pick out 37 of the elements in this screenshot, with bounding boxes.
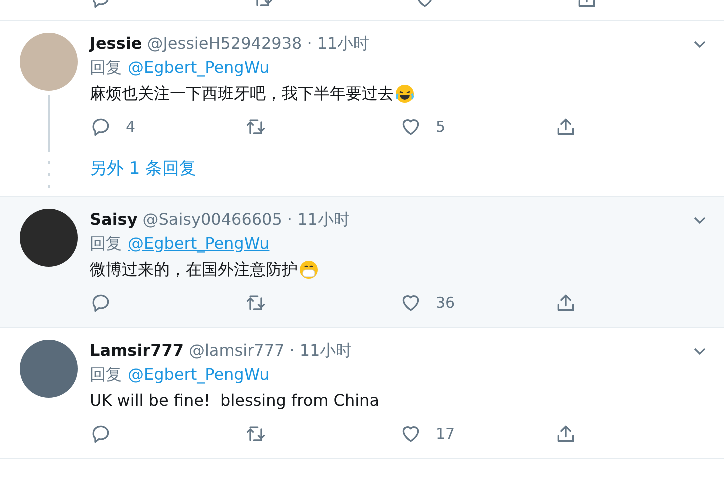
more-replies-link[interactable]: 另外 1 条回复 [90, 157, 197, 180]
reply-count: 4 [126, 118, 136, 136]
share-button[interactable] [555, 423, 577, 445]
mention-link[interactable]: @Egbert_PengWu [128, 55, 270, 81]
reply-icon [90, 423, 112, 445]
user-name[interactable]: Saisy [90, 209, 138, 231]
mask-emoji-icon [299, 260, 319, 280]
reply-button[interactable] [90, 292, 112, 314]
reply-icon [90, 292, 112, 314]
tweet-text: UK will be fine! blessing from China [90, 390, 380, 412]
tweet-text: 微博过来的，在国外注意防护 [90, 259, 298, 281]
reply-label: 回复 [90, 57, 122, 79]
mention-link[interactable]: @Egbert_PengWu [128, 231, 270, 257]
user-name[interactable]: Lamsir777 [90, 340, 184, 362]
tweet-text: 麻烦也关注一下西班牙吧，我下半年要过去 [90, 83, 394, 105]
share-icon [555, 292, 577, 314]
laughing-emoji-icon [395, 84, 415, 104]
timestamp: · 11小时 [307, 33, 370, 55]
like-count: 36 [436, 294, 456, 312]
share-button[interactable] [555, 116, 577, 138]
reply-label: 回复 [90, 233, 122, 255]
reply-icon [90, 116, 112, 138]
like-count: 17 [436, 425, 456, 443]
mention-link[interactable]: @Egbert_PengWu [128, 362, 270, 388]
reply-button[interactable] [90, 423, 112, 445]
user-handle: @JessieH52942938 [147, 33, 302, 55]
reply-button[interactable] [90, 116, 112, 138]
like-count: 5 [436, 118, 446, 136]
user-handle: @Saisy00466605 [142, 209, 282, 231]
timestamp: · 11小时 [287, 209, 350, 231]
share-icon [555, 116, 577, 138]
reply-label: 回复 [90, 364, 122, 386]
user-handle: @lamsir777 [188, 340, 285, 362]
share-button[interactable] [555, 292, 577, 314]
share-icon [555, 423, 577, 445]
timestamp: · 11小时 [290, 340, 352, 362]
user-name[interactable]: Jessie [90, 33, 142, 55]
